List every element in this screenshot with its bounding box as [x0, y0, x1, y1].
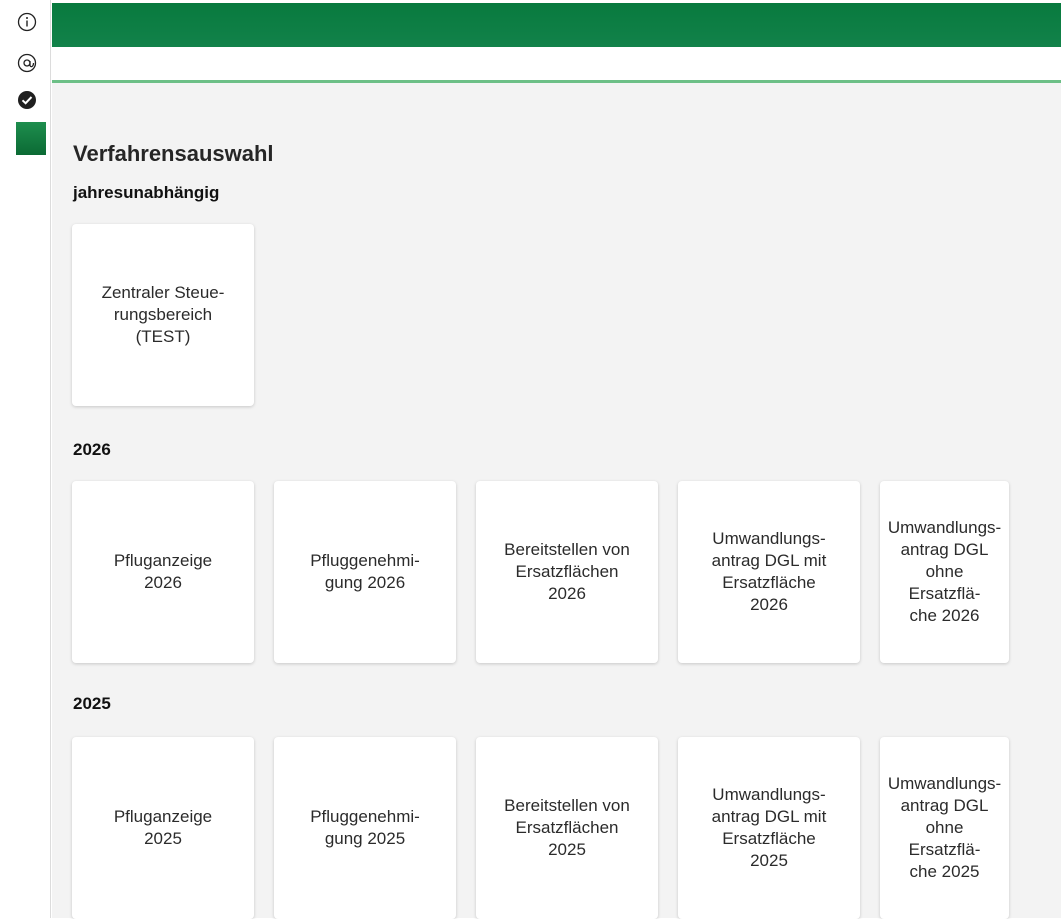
section-title-jahresunabhaengig: jahresunabhängig [73, 183, 220, 202]
procedure-card[interactable]: Bereitstellen von Ersatzflächen 2026 [476, 481, 658, 663]
procedure-card[interactable]: Umwandlungs- antrag DGL ohne Ersatzflä- … [880, 737, 1009, 919]
main-content: Verfahrensauswahl jahresunabhängig Zentr… [52, 83, 1061, 919]
procedure-card[interactable]: Pfluggenehmi- gung 2025 [274, 737, 456, 919]
section-title-2025: 2025 [73, 694, 111, 713]
procedure-card[interactable]: Bereitstellen von Ersatzflächen 2025 [476, 737, 658, 919]
procedure-card[interactable]: Pfluganzeige 2026 [72, 481, 254, 663]
procedure-card[interactable]: Umwandlungs- antrag DGL mit Ersatzfläche… [678, 481, 860, 663]
procedure-card[interactable]: Umwandlungs- antrag DGL mit Ersatzfläche… [678, 737, 860, 919]
card-row-2026: Pfluganzeige 2026 Pfluggenehmi- gung 202… [72, 481, 1009, 663]
sub-header-bar [52, 47, 1061, 83]
at-sign-icon[interactable] [16, 52, 38, 74]
info-icon[interactable] [16, 11, 38, 33]
top-header-bar [52, 3, 1061, 47]
procedure-card[interactable]: Pfluganzeige 2025 [72, 737, 254, 919]
left-sidebar [0, 0, 51, 918]
procedure-card[interactable]: Zentraler Steue- rungsbereich (TEST) [72, 224, 254, 406]
procedure-card[interactable]: Pfluggenehmi- gung 2026 [274, 481, 456, 663]
section-title-2026: 2026 [73, 440, 111, 459]
page-title: Verfahrensauswahl [73, 141, 274, 166]
card-row-jahresunabhaengig: Zentraler Steue- rungsbereich (TEST) [72, 224, 254, 406]
green-block-indicator[interactable] [16, 122, 46, 155]
card-row-2025: Pfluganzeige 2025 Pfluggenehmi- gung 202… [72, 737, 1009, 919]
procedure-card[interactable]: Umwandlungs- antrag DGL ohne Ersatzflä- … [880, 481, 1009, 663]
check-circle-icon[interactable] [16, 89, 38, 111]
